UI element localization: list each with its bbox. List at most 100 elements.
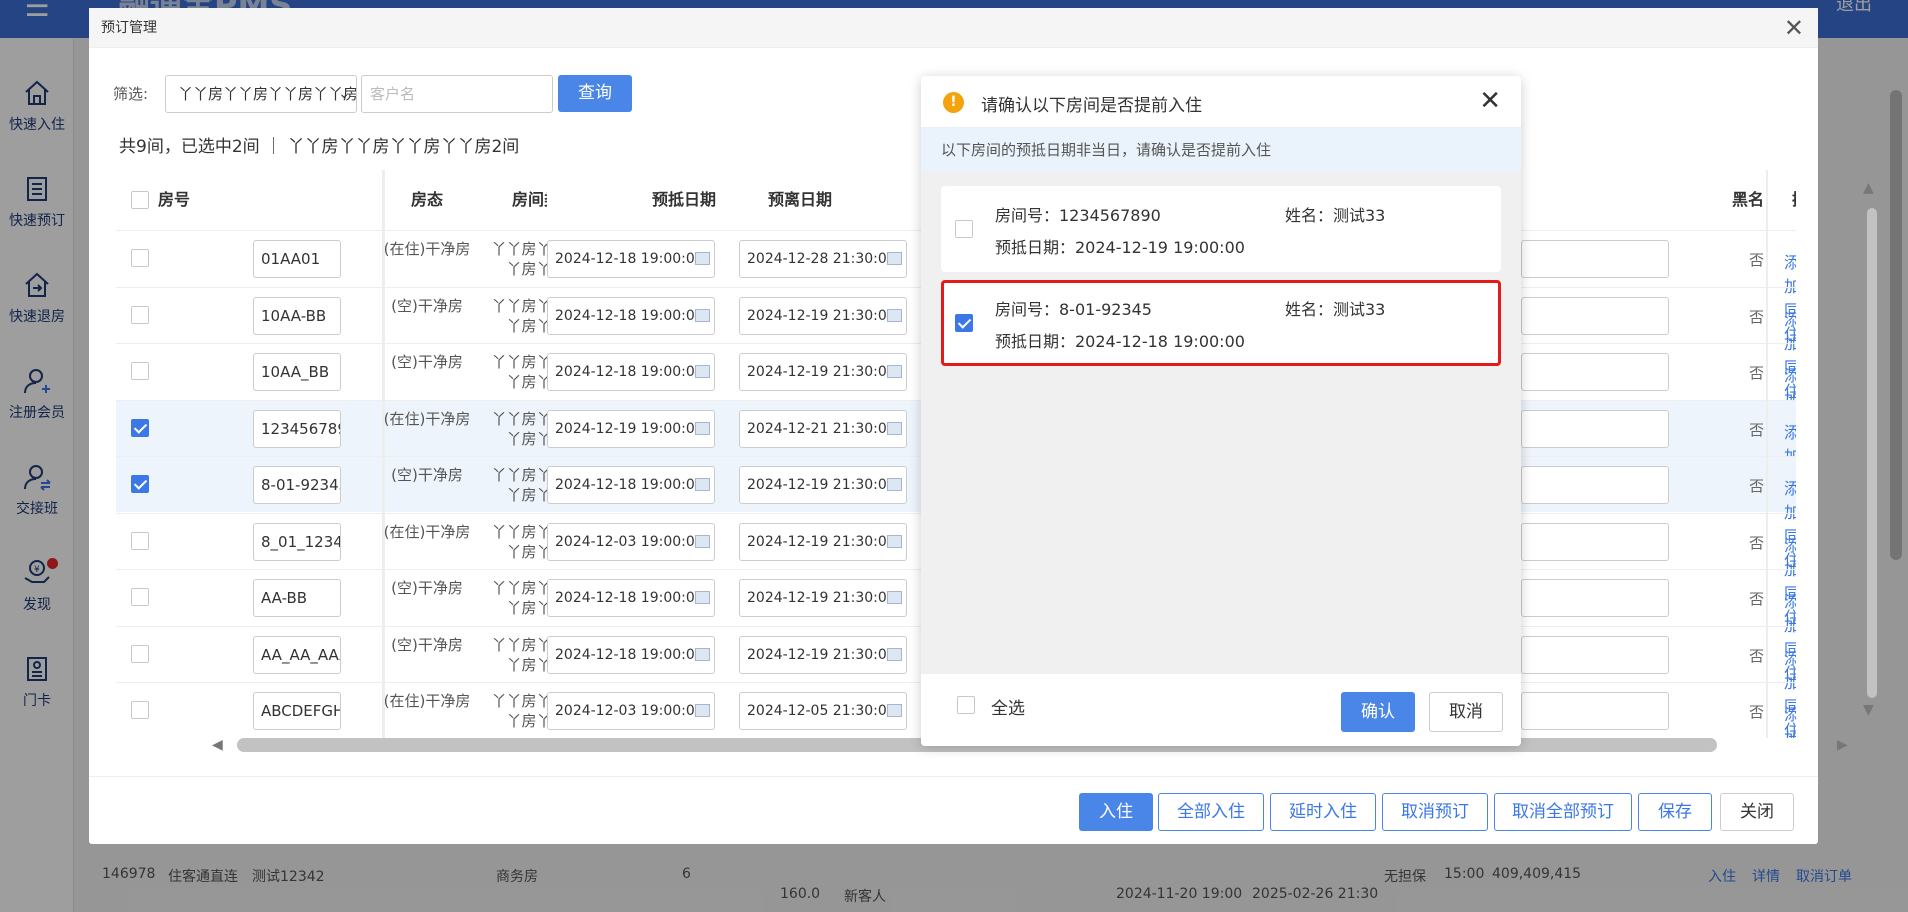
delay-checkin-button[interactable]: 延时入住: [1270, 793, 1376, 831]
remark-input[interactable]: [1521, 353, 1669, 391]
calendar-icon: [695, 308, 710, 322]
select-all-rows-checkbox[interactable]: [131, 191, 149, 209]
leave-date-input[interactable]: 2024-12-19 21:30:00: [739, 296, 907, 335]
blacklist-value: 否: [1749, 703, 1765, 721]
row-checkbox[interactable]: [131, 249, 149, 267]
leave-date-input[interactable]: 2024-12-05 21:30:00: [739, 692, 907, 730]
leave-date-input[interactable]: 2024-12-19 21:30:00: [739, 353, 907, 391]
column-divider: [382, 170, 385, 738]
header-blacklist: 黑名单: [1730, 170, 1766, 230]
scroll-down-icon[interactable]: ▼: [1863, 702, 1874, 718]
leave-date-input[interactable]: 2024-12-28 21:30:00: [739, 240, 907, 278]
vertical-scrollbar[interactable]: [1867, 208, 1877, 698]
arrive-date-input[interactable]: 2024-12-03 19:00:00: [547, 692, 715, 730]
scroll-left-icon[interactable]: ◀: [212, 737, 223, 753]
remark-input[interactable]: [1521, 579, 1669, 617]
room-number-input[interactable]: 01AA01: [253, 240, 341, 278]
leave-date-input[interactable]: 2024-12-19 21:30:00: [739, 522, 907, 561]
row-checkbox[interactable]: [131, 418, 149, 437]
calendar-icon: [695, 365, 710, 378]
arrive-date-input[interactable]: 2024-12-03 19:00:00: [547, 522, 715, 561]
remark-input[interactable]: [1521, 692, 1669, 730]
arrive-date-input[interactable]: 2024-12-18 19:00:00: [547, 466, 715, 504]
arrive-date-input[interactable]: 2024-12-18 19:00:00: [547, 579, 715, 617]
header-room: 房号: [158, 170, 218, 230]
room-card[interactable]: 房间号：1234567890 姓名：测试33 预抵日期：2024-12-19 1…: [941, 186, 1501, 272]
room-number-input[interactable]: 10AA_BB: [253, 353, 341, 391]
selection-summary: 共9间，已选中2间 ｜ 丫丫房丫丫房丫丫房丫丫房2间: [119, 137, 520, 157]
room-number-input[interactable]: 8_01_12345: [253, 522, 341, 561]
row-checkbox[interactable]: [131, 644, 149, 663]
modal-title: 预订管理: [89, 8, 1818, 48]
calendar-icon: [887, 704, 902, 717]
arrive-date-input[interactable]: 2024-12-18 19:00:00: [547, 353, 715, 391]
calendar-icon: [695, 421, 710, 435]
leave-date-input[interactable]: 2024-12-19 21:30:00: [739, 466, 907, 504]
row-checkbox[interactable]: [131, 362, 149, 380]
leave-date-input[interactable]: 2024-12-21 21:30:00: [739, 409, 907, 448]
add-cohabitant-link[interactable]: 添加同住: [1784, 701, 1796, 738]
row-checkbox[interactable]: [131, 531, 149, 550]
remark-input[interactable]: [1521, 466, 1669, 504]
close-icon[interactable]: ✕: [1784, 14, 1804, 42]
query-button[interactable]: 查询: [558, 75, 632, 112]
save-button[interactable]: 保存: [1638, 793, 1712, 831]
arrive-date-input[interactable]: 2024-12-18 19:00:00: [547, 296, 715, 335]
arrive-date-input[interactable]: 2024-12-18 19:00:00: [547, 240, 715, 278]
cancel-all-booking-button[interactable]: 取消全部预订: [1494, 793, 1632, 831]
room-status: (在住)干净房: [383, 409, 471, 428]
calendar-icon: [887, 591, 902, 604]
calendar-icon: [887, 308, 902, 322]
room-number-input[interactable]: 1234567890: [253, 409, 341, 448]
room-status: (空)干净房: [391, 635, 463, 654]
room-card-selected[interactable]: 房间号：8-01-92345 姓名：测试33 预抵日期：2024-12-18 1…: [941, 280, 1501, 366]
select-all-label[interactable]: 全选: [991, 694, 1025, 719]
checkin-button[interactable]: 入住: [1079, 793, 1153, 831]
cancel-booking-button[interactable]: 取消预订: [1382, 793, 1488, 831]
header-status: 房态: [383, 170, 471, 230]
remark-input[interactable]: [1521, 635, 1669, 674]
filter-select[interactable]: 丫丫房丫丫房丫丫房丫丫房 ⌄: [165, 75, 357, 113]
arrive-date-input[interactable]: 2024-12-19 19:00:00: [547, 409, 715, 448]
room-number: 房间号：8-01-92345: [995, 300, 1152, 319]
leave-date-input[interactable]: 2024-12-19 21:30:00: [739, 579, 907, 617]
remark-input[interactable]: [1521, 522, 1669, 561]
dialog-footer: 全选 确认 取消: [921, 674, 1521, 746]
remark-input[interactable]: [1521, 409, 1669, 448]
row-checkbox[interactable]: [131, 305, 149, 324]
close-icon[interactable]: ✕: [1479, 86, 1501, 116]
room-status: (在住)干净房: [383, 692, 471, 710]
room-status: (在住)干净房: [383, 240, 471, 258]
room-number-input[interactable]: AA_AA_AAA: [253, 635, 341, 674]
dialog-title: 请确认以下房间是否提前入住: [981, 96, 1202, 116]
row-checkbox[interactable]: [131, 701, 149, 719]
leave-date-input[interactable]: 2024-12-19 21:30:00: [739, 635, 907, 674]
filter-label: 筛选:: [113, 85, 149, 103]
room-status: (空)干净房: [391, 579, 463, 597]
customer-name-input[interactable]: 客户名: [361, 75, 553, 113]
room-card-checkbox[interactable]: [955, 314, 973, 332]
checkin-all-button[interactable]: 全部入住: [1158, 793, 1264, 831]
remark-input[interactable]: [1521, 240, 1669, 278]
select-all-checkbox[interactable]: [957, 696, 975, 714]
row-checkbox[interactable]: [131, 475, 149, 493]
room-number-input[interactable]: 10AA-BB: [253, 296, 341, 335]
blacklist-value: 否: [1749, 251, 1765, 269]
room-number-input[interactable]: 8-01-92345: [253, 466, 341, 504]
calendar-icon: [695, 534, 710, 548]
room-number: 房间号：1234567890: [995, 206, 1161, 225]
scroll-right-icon[interactable]: ▶: [1837, 737, 1848, 753]
room-number-input[interactable]: AA-BB: [253, 579, 341, 617]
scroll-up-icon[interactable]: ▲: [1863, 180, 1874, 196]
row-checkbox[interactable]: [131, 588, 149, 606]
cancel-button[interactable]: 取消: [1429, 692, 1503, 732]
arrive-date-input[interactable]: 2024-12-18 19:00:00: [547, 635, 715, 674]
confirm-button[interactable]: 确认: [1341, 692, 1415, 732]
close-button[interactable]: 关闭: [1720, 793, 1794, 831]
calendar-icon: [887, 421, 902, 435]
room-status: (在住)干净房: [383, 522, 471, 541]
room-number-input[interactable]: ABCDEFGHI: [253, 692, 341, 730]
remark-input[interactable]: [1521, 296, 1669, 335]
room-card-checkbox[interactable]: [955, 220, 973, 238]
calendar-icon: [695, 704, 710, 717]
